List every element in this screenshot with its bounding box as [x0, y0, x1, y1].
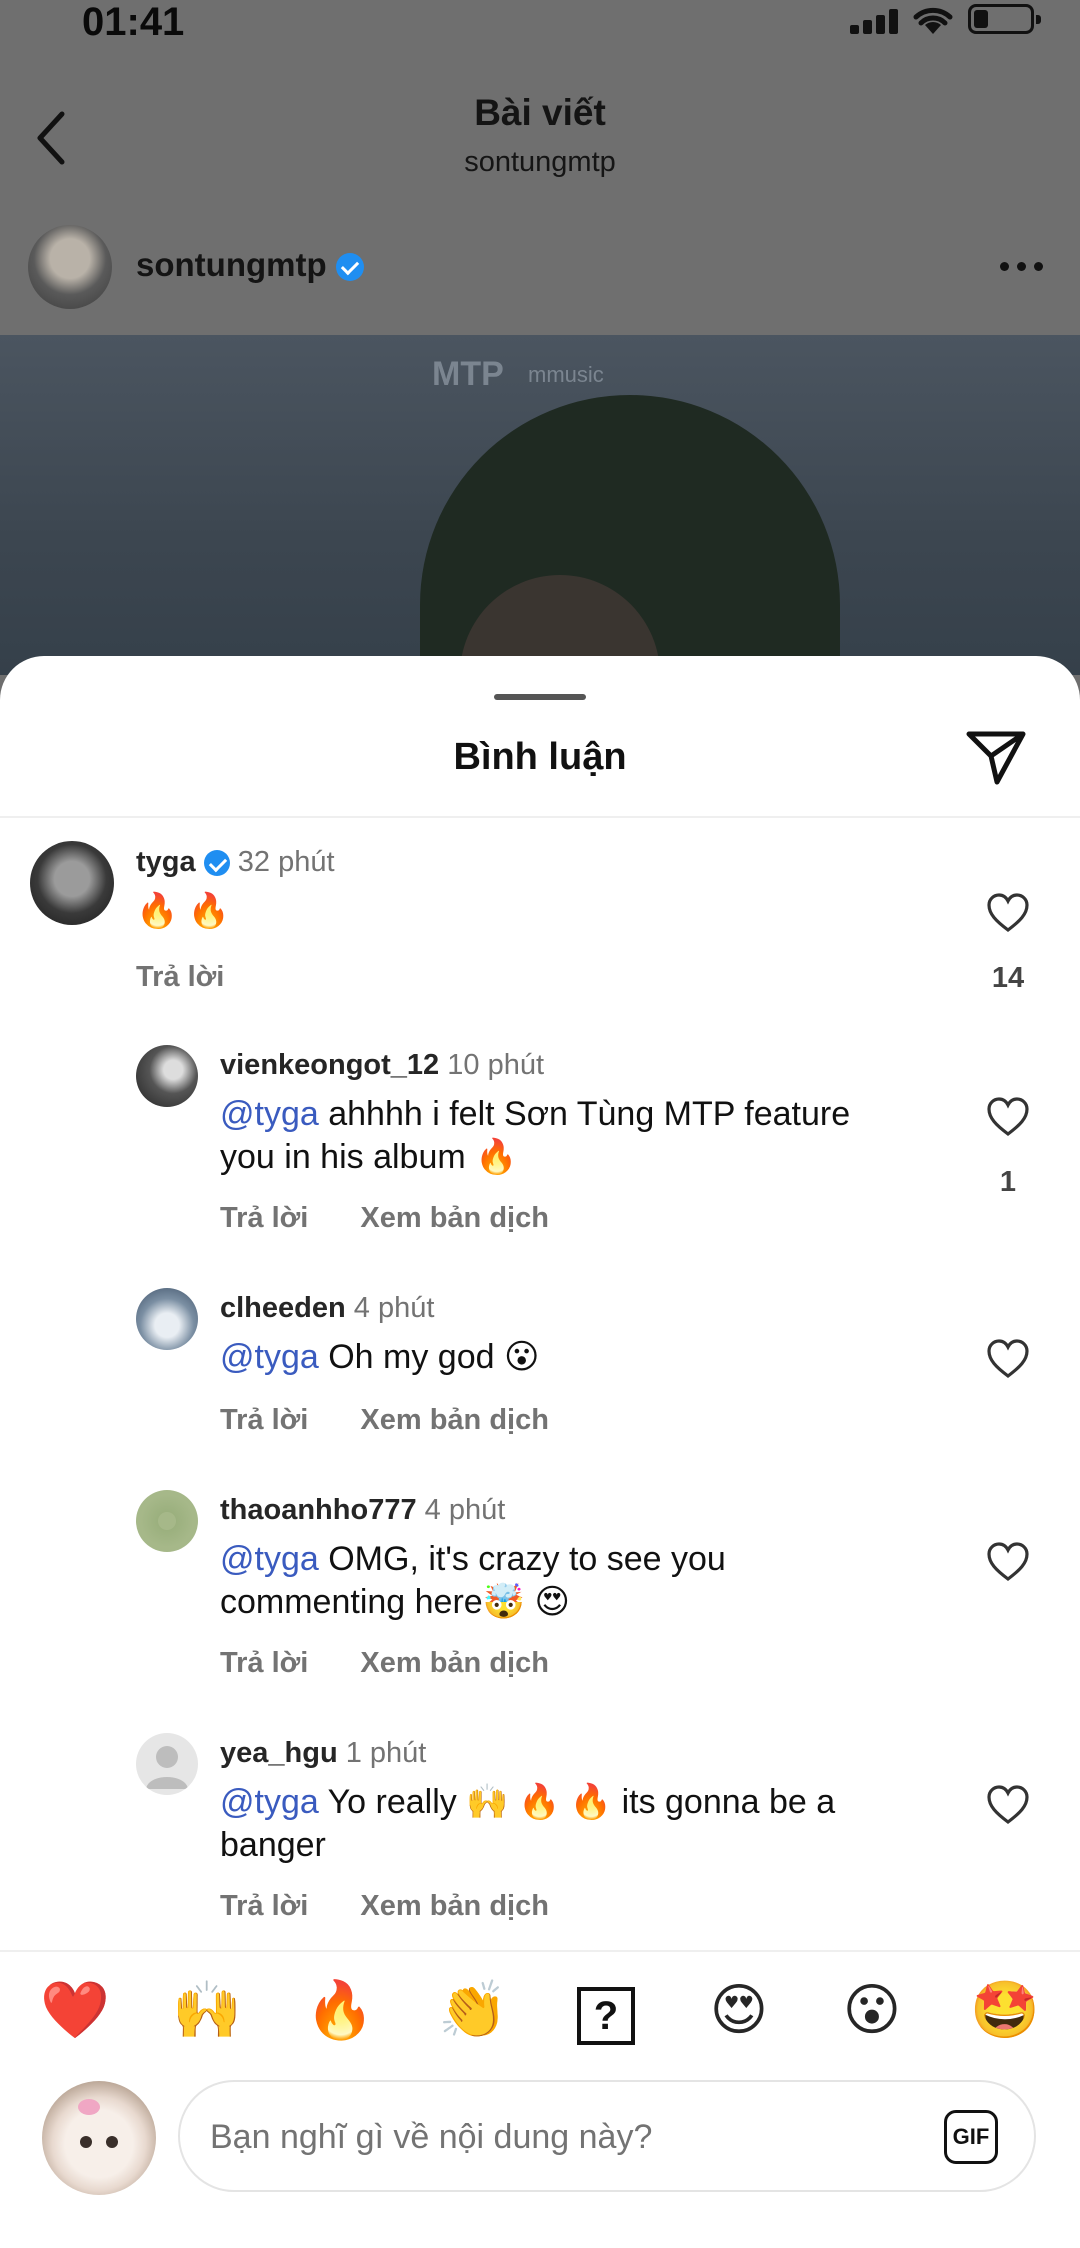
comment-text: 🔥 🔥: [136, 892, 231, 930]
sheet-grabber[interactable]: [494, 694, 586, 700]
emoji-heart[interactable]: ❤️: [40, 1975, 110, 2045]
emoji-clap[interactable]: 👏: [438, 1975, 508, 2045]
comment-username[interactable]: vienkeongot_12 10 phút: [220, 1049, 544, 1082]
username-text: clheeden: [220, 1292, 346, 1324]
translate-button[interactable]: Xem bản dịch: [360, 1202, 549, 1234]
mention-link[interactable]: @tyga: [220, 1095, 319, 1133]
post-image: MTP mmusic: [0, 335, 1080, 675]
translate-button[interactable]: Xem bản dịch: [360, 1647, 549, 1679]
translate-button[interactable]: Xem bản dịch: [360, 1404, 549, 1436]
sheet-title: Bình luận: [453, 736, 627, 778]
comment-avatar[interactable]: [136, 1288, 198, 1350]
avatar-eye: [80, 2136, 92, 2148]
reply-button[interactable]: Trả lời: [220, 1404, 308, 1436]
reply-button[interactable]: Trả lời: [136, 961, 224, 993]
comment-time: 10 phút: [447, 1049, 545, 1081]
comment-time: 32 phút: [237, 846, 335, 878]
comment-line-2: you in his album 🔥: [220, 1138, 518, 1176]
missing-glyph-box: ?: [577, 1987, 635, 2045]
watermark-logo: MTP: [432, 355, 504, 393]
reply-button[interactable]: Trả lời: [220, 1647, 308, 1679]
battery-icon: [968, 4, 1041, 34]
watermark-text: mmusic: [528, 362, 604, 387]
gif-button[interactable]: GIF: [944, 2110, 998, 2164]
wifi-icon: [913, 7, 953, 34]
username-text: yea_hgu: [220, 1737, 338, 1769]
divider: [0, 816, 1080, 818]
post-author-name[interactable]: sontungmtp: [136, 246, 364, 284]
emoji-missing-glyph[interactable]: ?: [571, 1975, 641, 2045]
comment-composer[interactable]: GIF: [178, 2080, 1036, 2192]
heart-outline-icon[interactable]: [986, 1339, 1030, 1379]
username-text: vienkeongot_12: [220, 1049, 440, 1081]
heart-outline-icon[interactable]: [986, 1785, 1030, 1825]
post-author-label: sontungmtp: [136, 246, 327, 283]
divider: [0, 1950, 1080, 1952]
more-horizontal-icon[interactable]: [1000, 262, 1044, 272]
cellular-signal-icon: [850, 8, 904, 34]
comment-line-1: OMG, it's crazy to see you: [328, 1540, 726, 1578]
comment-time: 4 phút: [353, 1292, 435, 1324]
comment-text: @tyga Oh my god 😮: [220, 1336, 539, 1379]
comment-text: @tyga OMG, it's crazy to see you comment…: [220, 1538, 726, 1624]
comment-line-2: commenting here🤯 😍: [220, 1583, 570, 1621]
comment-actions: Trả lời: [136, 961, 268, 994]
send-icon[interactable]: [963, 726, 1029, 788]
comment-avatar[interactable]: [30, 841, 114, 925]
emoji-raised-hands[interactable]: 🙌: [172, 1975, 242, 2045]
comment-actions: Trả lời Xem bản dịch: [220, 1890, 593, 1923]
comment-actions: Trả lời Xem bản dịch: [220, 1404, 593, 1437]
mention-link[interactable]: @tyga: [220, 1540, 319, 1578]
comment-actions: Trả lời Xem bản dịch: [220, 1202, 593, 1235]
emoji-surprised[interactable]: 😮: [837, 1975, 907, 2045]
comment-avatar[interactable]: [136, 1490, 198, 1552]
page-subtitle: sontungmtp: [464, 146, 616, 178]
like-count: 1: [999, 1166, 1017, 1198]
default-avatar-icon: [146, 1746, 188, 1789]
comment-username[interactable]: thaoanhho777 4 phút: [220, 1494, 505, 1527]
username-text: tyga: [136, 846, 196, 878]
comment-time: 4 phút: [424, 1494, 506, 1526]
page-title: Bài viết: [474, 92, 606, 133]
mention-link[interactable]: @tyga: [220, 1338, 319, 1376]
comment-avatar[interactable]: [136, 1045, 198, 1107]
comment-avatar[interactable]: [136, 1733, 198, 1795]
heart-outline-icon[interactable]: [986, 893, 1030, 933]
current-user-avatar: [42, 2081, 156, 2195]
avatar-bow: [78, 2099, 100, 2115]
comment-line-1: Yo really 🙌 🔥 🔥 its gonna be a: [327, 1783, 836, 1821]
comment-line-2: banger: [220, 1826, 326, 1864]
verified-badge-icon: [335, 253, 364, 282]
verified-badge-icon: [203, 850, 230, 877]
comment-line-1: Oh my god 😮: [328, 1338, 540, 1376]
emoji-heart-eyes[interactable]: 😍: [704, 1975, 774, 2045]
status-bar: 01:41: [0, 0, 1080, 46]
comment-line-1: ahhhh i felt Sơn Tùng MTP feature: [328, 1095, 851, 1133]
avatar-eye: [106, 2136, 118, 2148]
username-text: thaoanhho777: [220, 1494, 417, 1526]
heart-outline-icon[interactable]: [986, 1542, 1030, 1582]
reply-button[interactable]: Trả lời: [220, 1890, 308, 1922]
mention-link[interactable]: @tyga: [220, 1783, 319, 1821]
comment-username[interactable]: yea_hgu 1 phút: [220, 1737, 426, 1770]
post-author-avatar[interactable]: [28, 225, 112, 309]
quick-emoji-bar: ❤️ 🙌 🔥 👏 ? 😍 😮 🤩: [0, 1975, 1080, 2055]
like-count: 14: [991, 962, 1025, 994]
comment-username[interactable]: clheeden 4 phút: [220, 1292, 434, 1325]
heart-outline-icon[interactable]: [986, 1097, 1030, 1137]
comment-input[interactable]: [210, 2112, 850, 2162]
translate-button[interactable]: Xem bản dịch: [360, 1890, 549, 1922]
status-time: 01:41: [82, 0, 185, 44]
emoji-star-struck[interactable]: 🤩: [970, 1975, 1040, 2045]
comment-actions: Trả lời Xem bản dịch: [220, 1647, 593, 1680]
comment-username[interactable]: tyga 32 phút: [136, 846, 335, 879]
comment-time: 1 phút: [345, 1737, 427, 1769]
comment-text: @tyga ahhhh i felt Sơn Tùng MTP feature …: [220, 1093, 850, 1179]
comment-text: @tyga Yo really 🙌 🔥 🔥 its gonna be a ban…: [220, 1781, 835, 1867]
reply-button[interactable]: Trả lời: [220, 1202, 308, 1234]
emoji-fire[interactable]: 🔥: [305, 1975, 375, 2045]
